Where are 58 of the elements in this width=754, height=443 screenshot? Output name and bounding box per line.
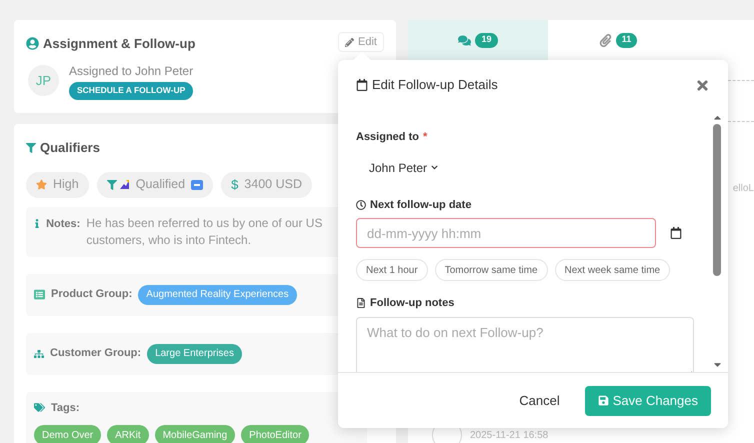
field-label: Next follow-up date [370,198,472,212]
popover-title: Edit Follow-up Details [372,76,498,94]
activity-tab[interactable]: 19 [408,20,548,60]
calendar-icon [356,79,368,91]
filter-icon [26,142,36,153]
avatar: JP [28,65,59,96]
comment-text: elloL [732,184,754,194]
tag: Demo Over [34,425,102,443]
notes-field[interactable]: What to do on next Follow-up? [356,316,694,372]
assignee-dropdown[interactable]: John Peter [369,158,438,176]
field-label: Tags: [51,400,80,416]
card-title: Assignment & Follow-up [43,35,196,53]
product-group-tag: Augmented Reality Experiences [138,284,297,304]
date-field[interactable]: dd-mm-yyyy hh:mm [356,218,656,248]
chip-label: 3400 USD [244,176,302,194]
tags-icon [34,402,45,414]
required-mark: * [422,130,428,145]
cancel-button[interactable]: Cancel [519,390,560,410]
field-label: Product Group: [51,287,132,302]
timestamp: 2025-11-21 16:58 [470,428,548,442]
card-title: Qualifiers [40,139,100,157]
tag: ARKit [107,425,149,443]
quick-date-button[interactable]: Next 1 hour [356,259,428,281]
customer-group-tag: Large Enterprises [147,344,242,364]
star-icon [36,179,47,190]
assigned-text: Assigned to John Peter [69,62,194,80]
count-badge: 11 [616,32,638,48]
close-button[interactable] [695,78,710,92]
field-label: Assigned to [356,130,419,145]
scrollbar-thumb[interactable] [713,124,721,276]
dollar-icon: $ [231,174,238,194]
save-icon [598,395,609,406]
chart-icon [118,179,130,190]
info-icon [34,218,40,228]
filter-icon [106,180,117,190]
chip-label: High [53,176,79,194]
quick-date-button[interactable]: Tomorrow same time [434,259,548,281]
calendar-icon[interactable] [670,227,682,239]
pencil-icon [345,38,354,46]
comments-icon [458,34,472,46]
chip-label: Qualified [136,176,186,194]
paperclip-icon [598,34,612,46]
field-label: Follow-up notes [370,296,454,311]
quick-date-button[interactable]: Next week same time [554,259,670,281]
chevron-icon [431,164,438,171]
document-icon [356,298,366,308]
schedule-follow-up-button[interactable]: SCHEDULE A FOLLOW-UP [69,82,194,100]
notes-text: He has been referred to us by one of our US customers, who is into Fintech. [86,214,324,248]
list-icon [34,289,45,300]
hierarchy-icon [34,348,44,358]
badge-icon [191,180,204,190]
notes-label: Notes: [46,216,80,232]
field-label: Customer Group: [50,346,142,362]
count-badge: 19 [475,32,498,48]
tag: MobileGaming [154,425,236,443]
tag: PhotoEditor [241,425,310,443]
clock-icon [356,200,366,210]
user-icon [26,37,39,50]
